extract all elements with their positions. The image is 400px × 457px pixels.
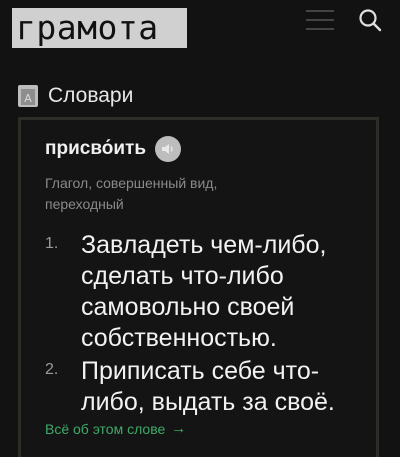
dictionary-entry-card: присво́ить Глагол, совершенный вид, пере… bbox=[18, 117, 379, 457]
section-header: A Словари bbox=[18, 82, 133, 110]
more-about-word-link[interactable]: Всё об этом слове → bbox=[45, 420, 186, 437]
header: грамота bbox=[0, 0, 400, 50]
definition-item: 2. Приписать себе что-либо, выдать за св… bbox=[45, 356, 375, 418]
section-title: Словари bbox=[48, 84, 134, 107]
definitions-list: 1. Завладеть чем-либо, сделать что-либо … bbox=[45, 230, 375, 420]
definition-text: Завладеть чем-либо, сделать что-либо сам… bbox=[81, 231, 327, 352]
book-icon: A bbox=[18, 85, 38, 107]
search-icon[interactable] bbox=[358, 8, 382, 32]
arrow-right-icon: → bbox=[171, 420, 187, 437]
svg-text:A: A bbox=[24, 92, 32, 105]
headword-row: присво́ить bbox=[45, 136, 182, 162]
hamburger-menu-icon[interactable] bbox=[306, 8, 334, 32]
headword: присво́ить bbox=[45, 138, 147, 159]
definition-text: Приписать себе что-либо, выдать за своё. bbox=[81, 357, 335, 416]
site-logo[interactable]: грамота bbox=[12, 8, 187, 48]
more-link-label: Всё об этом слове bbox=[45, 420, 166, 437]
grammar-info: Глагол, совершенный вид, переходный bbox=[45, 175, 218, 212]
definition-item: 1. Завладеть чем-либо, сделать что-либо … bbox=[45, 230, 375, 354]
speaker-icon[interactable] bbox=[155, 136, 182, 162]
definition-number: 1. bbox=[45, 235, 59, 252]
definition-number: 2. bbox=[45, 361, 59, 378]
